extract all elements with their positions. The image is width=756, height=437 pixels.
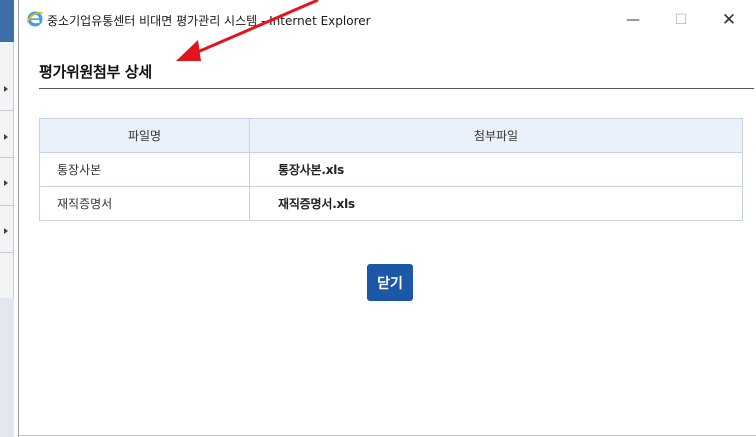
chevron-right-icon[interactable]: [4, 86, 8, 92]
page-title: 평가위원첨부 상세: [39, 63, 152, 81]
divider: [0, 205, 14, 206]
ie-icon: [26, 10, 44, 28]
table-row: 통장사본 통장사본.xls: [39, 152, 743, 187]
attachment-table: 파일명 첨부파일 통장사본 통장사본.xls 재직증명서 재직증명서.xls: [39, 118, 743, 221]
close-button[interactable]: 닫기: [367, 264, 413, 301]
divider: [0, 157, 14, 158]
screen: 중소기업유통센터 비대면 평가관리 시스템 - Internet Explore…: [0, 0, 756, 437]
window-bottom-border: [19, 435, 756, 436]
attachment-link[interactable]: 재직증명서.xls: [249, 186, 743, 221]
chevron-right-icon[interactable]: [4, 228, 8, 234]
background-app-header: [0, 0, 14, 42]
file-name-cell: 재직증명서: [39, 186, 250, 221]
window-title: 중소기업유통센터 비대면 평가관리 시스템 - Internet Explore…: [47, 14, 371, 28]
background-app-strip: [0, 0, 14, 437]
popup-window: 중소기업유통센터 비대면 평가관리 시스템 - Internet Explore…: [18, 0, 756, 437]
table-header-row: 파일명 첨부파일: [39, 118, 743, 153]
divider: [0, 110, 14, 111]
column-header-attachment: 첨부파일: [249, 118, 743, 153]
minimize-icon[interactable]: —: [619, 8, 647, 32]
title-divider: [39, 88, 754, 89]
attachment-link[interactable]: 통장사본.xls: [249, 152, 743, 187]
divider: [0, 252, 14, 253]
background-app-panel: [0, 298, 14, 437]
column-header-filename: 파일명: [39, 118, 250, 153]
chevron-right-icon[interactable]: [4, 134, 8, 140]
file-name-cell: 통장사본: [39, 152, 250, 187]
maximize-icon[interactable]: ☐: [667, 8, 695, 32]
table-row: 재직증명서 재직증명서.xls: [39, 186, 743, 221]
close-icon[interactable]: ✕: [715, 8, 743, 32]
title-bar[interactable]: 중소기업유통센터 비대면 평가관리 시스템 - Internet Explore…: [19, 0, 756, 40]
chevron-right-icon[interactable]: [4, 180, 8, 186]
